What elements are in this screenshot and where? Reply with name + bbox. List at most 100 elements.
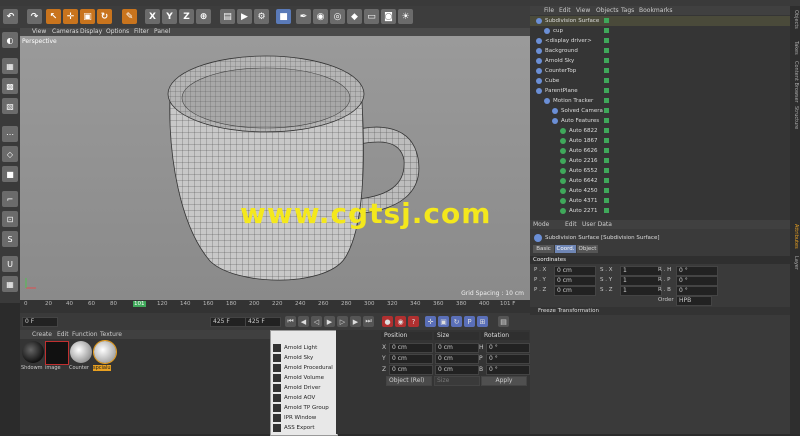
object-row[interactable]: Auto 4371 (530, 196, 790, 206)
am-menu-edit[interactable]: Edit (565, 220, 577, 229)
previous-key-icon[interactable]: ◀ (298, 316, 309, 327)
enable-check-icon[interactable] (604, 148, 609, 153)
render-view-icon[interactable]: ▶ (237, 9, 252, 24)
perspective-viewport[interactable]: Perspective Grid Spacing : 10 cm (20, 36, 530, 300)
enable-check-icon[interactable] (604, 18, 609, 23)
position-key-icon[interactable]: ✛ (425, 316, 436, 327)
object-row[interactable]: <display driver> (530, 36, 790, 46)
next-key-icon[interactable]: ▶ (350, 316, 361, 327)
end-frame-field-b[interactable]: 425 F (245, 317, 281, 327)
attribute-pv-field[interactable]: 0 cm (554, 276, 596, 286)
scale-icon[interactable]: ▣ (80, 9, 95, 24)
object-row[interactable]: Auto 4250 (530, 186, 790, 196)
menu-item-arnold-aov[interactable]: Arnold AOV (271, 393, 337, 403)
object-row[interactable]: Arnold Sky (530, 56, 790, 66)
next-frame-icon[interactable]: ▷ (337, 316, 348, 327)
enable-check-icon[interactable] (604, 138, 609, 143)
position-y-field[interactable]: 0 cm (389, 354, 433, 364)
pen-spline-icon[interactable]: ✒ (296, 9, 311, 24)
object-row[interactable]: Auto 6552 (530, 166, 790, 176)
autokey-icon[interactable]: ◉ (395, 316, 406, 327)
menu-item-arnold-volume[interactable]: Arnold Volume (271, 373, 337, 383)
go-to-start-icon[interactable]: ⏮ (285, 316, 296, 327)
enable-check-icon[interactable] (604, 158, 609, 163)
previous-frame-icon[interactable]: ◁ (311, 316, 322, 327)
tab-coord[interactable]: Coord. (555, 245, 576, 253)
material-swatch-shadow[interactable] (22, 341, 44, 363)
enable-check-icon[interactable] (604, 178, 609, 183)
object-row[interactable]: Auto 1867 (530, 136, 790, 146)
workplane-icon[interactable]: ▧ (2, 98, 18, 114)
enable-check-icon[interactable] (604, 108, 609, 113)
object-row[interactable]: Auto 6642 (530, 176, 790, 186)
size-y-field[interactable]: 0 cm (435, 354, 479, 364)
material-swatch-counter[interactable] (70, 341, 92, 363)
render-settings-icon[interactable]: ⚙ (254, 9, 269, 24)
timeline-current-marker[interactable]: 101 (133, 301, 146, 307)
viewport-menu-panel[interactable]: Panel (154, 28, 170, 36)
object-row[interactable]: Subdivision Surface (530, 16, 790, 26)
material-menu-edit[interactable]: Edit (57, 330, 69, 339)
viewport-menu-filter[interactable]: Filter (134, 28, 149, 36)
enable-check-icon[interactable] (604, 28, 609, 33)
enable-check-icon[interactable] (604, 188, 609, 193)
viewport-menu-display[interactable]: Display (80, 28, 102, 36)
material-swatch-image[interactable] (45, 341, 69, 365)
enable-check-icon[interactable] (604, 128, 609, 133)
undo-icon[interactable]: ↶ (3, 9, 18, 24)
end-frame-field-a[interactable]: 425 F (210, 317, 246, 327)
play-icon[interactable]: ▶ (324, 316, 335, 327)
start-frame-field[interactable]: 0 F (22, 317, 58, 327)
material-menu-texture[interactable]: Texture (100, 330, 122, 339)
rotation-b-field[interactable]: 0 ° (486, 365, 530, 375)
object-row[interactable]: CounterTop (530, 66, 790, 76)
om-menu-tags[interactable]: Tags (621, 6, 634, 15)
timeline-ruler[interactable]: 0 20 40 60 80 101 120 140 160 180 200 22… (20, 300, 530, 313)
tab-basic[interactable]: Basic (533, 245, 554, 253)
go-to-end-icon[interactable]: ⏭ (363, 316, 374, 327)
side-tab-content-browser[interactable]: Content Browser (791, 61, 799, 103)
subdivision-icon[interactable]: ◉ (313, 9, 328, 24)
object-row[interactable]: Motion Tracker (530, 96, 790, 106)
grid-icon[interactable]: ▦ (2, 276, 18, 292)
enable-check-icon[interactable] (604, 208, 609, 213)
parameter-key-icon[interactable]: P (464, 316, 475, 327)
rotate-icon[interactable]: ↻ (97, 9, 112, 24)
viewport-menu-view[interactable]: View (32, 28, 46, 36)
enable-check-icon[interactable] (604, 58, 609, 63)
timeline-window-icon[interactable]: ▤ (498, 316, 509, 327)
side-tab-attributes[interactable]: Attributes (791, 224, 799, 249)
size-z-field[interactable]: 0 cm (435, 365, 479, 375)
object-row[interactable]: Auto 6626 (530, 146, 790, 156)
model-mode-icon[interactable]: ▦ (2, 58, 18, 74)
scale-key-icon[interactable]: ▣ (438, 316, 449, 327)
apply-button[interactable]: Apply (481, 376, 527, 386)
attribute-rv-field[interactable]: 0 ° (676, 266, 718, 276)
object-row[interactable]: Solved Camera (530, 106, 790, 116)
menu-item-arnold-tp-group[interactable]: Arnold TP Group (271, 403, 337, 413)
enable-check-icon[interactable] (604, 168, 609, 173)
light-icon[interactable]: ☀ (398, 9, 413, 24)
object-row[interactable]: Auto 2271 (530, 206, 790, 216)
position-x-field[interactable]: 0 cm (389, 343, 433, 353)
make-editable-icon[interactable]: ◐ (2, 32, 18, 48)
tab-object[interactable]: Object (577, 245, 598, 253)
attribute-sv-field[interactable]: 1 (620, 286, 662, 296)
move-icon[interactable]: ✛ (63, 9, 78, 24)
x-axis-button[interactable]: X (145, 9, 160, 24)
rotation-h-field[interactable]: 0 ° (486, 343, 530, 353)
menu-item-ipr-window[interactable]: IPR Window (271, 413, 337, 423)
tweak-icon[interactable]: ⊡ (2, 211, 18, 227)
material-menu-function[interactable]: Function (72, 330, 98, 339)
points-mode-icon[interactable]: ⋯ (2, 126, 18, 142)
coordinate-mode-select[interactable]: Object (Rel) (386, 376, 432, 386)
axis-icon[interactable]: ⌐ (2, 191, 18, 207)
material-menu-create[interactable]: Create (32, 330, 52, 339)
om-menu-bookmarks[interactable]: Bookmarks (639, 6, 673, 15)
attribute-sv-field[interactable]: 1 (620, 266, 662, 276)
polygons-mode-icon[interactable]: ■ (2, 166, 18, 182)
size-x-field[interactable]: 0 cm (435, 343, 479, 353)
size-mode-select[interactable]: Size (434, 376, 480, 386)
enable-check-icon[interactable] (604, 78, 609, 83)
object-row[interactable]: Auto 2216 (530, 156, 790, 166)
